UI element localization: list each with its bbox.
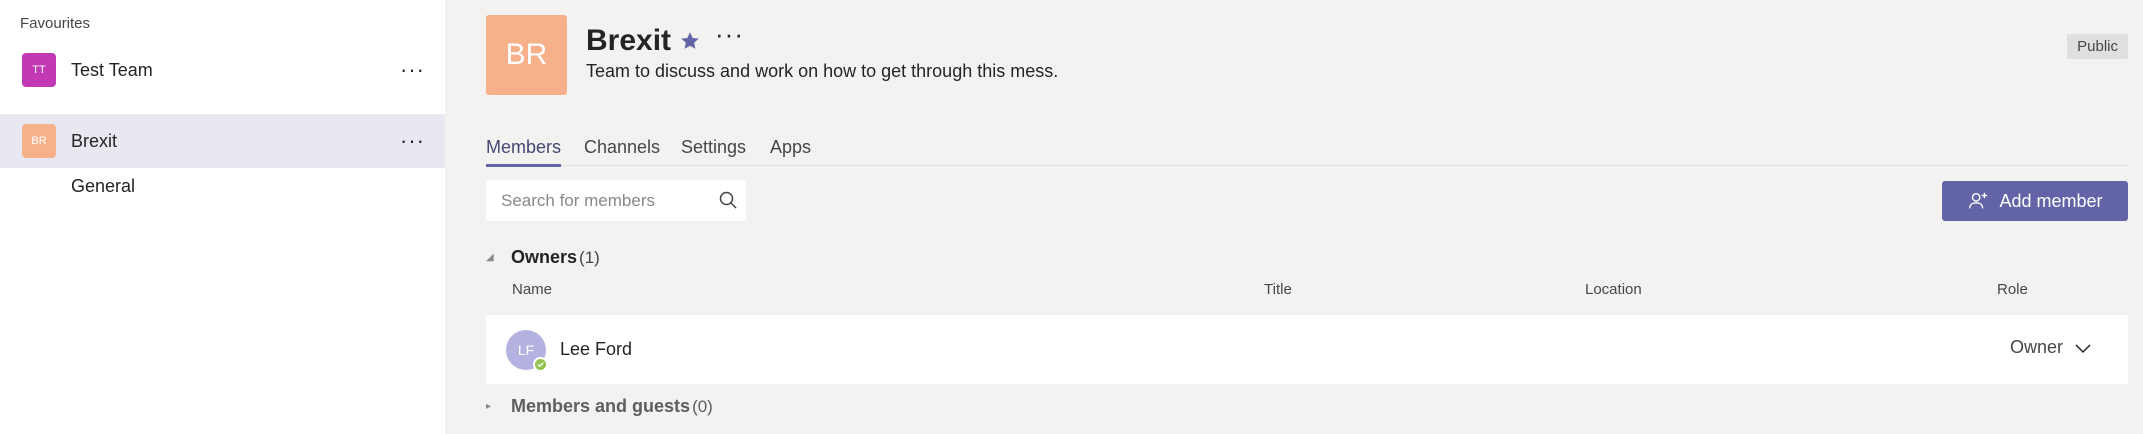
section-count: (1)	[579, 247, 600, 267]
visibility-badge: Public	[2067, 34, 2128, 59]
team-description: Team to discuss and work on how to get t…	[586, 61, 1059, 81]
member-search-box	[486, 180, 746, 221]
team-avatar: TT	[22, 53, 56, 87]
teams-sidebar: Favourites TT Test Team ··· BR Brexit ··…	[0, 0, 445, 434]
role-value: Owner	[2010, 337, 2064, 357]
section-title: Owners	[511, 247, 578, 267]
team-avatar-large: BR	[486, 15, 567, 95]
team-item-brexit[interactable]: BR Brexit ···	[0, 114, 445, 168]
more-options-icon[interactable]: ···	[715, 21, 744, 47]
add-member-label: Add member	[1999, 190, 2103, 211]
tab-settings[interactable]: Settings	[681, 137, 746, 164]
team-title: Brexit	[586, 24, 672, 57]
tab-apps[interactable]: Apps	[770, 137, 811, 164]
add-member-button[interactable]: Add member	[1942, 181, 2128, 221]
caret-right-icon: ▸	[486, 401, 492, 412]
team-name: Brexit	[71, 130, 118, 151]
chevron-down-icon	[2075, 343, 2091, 353]
member-name: Lee Ford	[560, 339, 633, 359]
team-name: Test Team	[71, 59, 153, 80]
channel-item-general[interactable]: General	[71, 176, 135, 197]
search-input[interactable]	[486, 180, 716, 221]
tab-channels[interactable]: Channels	[584, 137, 660, 164]
column-header-name: Name	[512, 281, 553, 298]
add-person-icon	[1969, 192, 1988, 209]
column-header-title: Title	[1264, 281, 1292, 298]
team-avatar: BR	[22, 124, 56, 158]
star-icon[interactable]	[679, 30, 701, 52]
column-header-role: Role	[1997, 281, 2028, 298]
owners-section-toggle[interactable]: ◢ Owners (1)	[486, 247, 600, 268]
caret-down-icon: ◢	[486, 252, 494, 263]
search-icon[interactable]	[718, 190, 738, 210]
tab-bar: Members Channels Settings Apps	[486, 133, 2128, 167]
team-item-test-team[interactable]: TT Test Team ···	[0, 43, 445, 97]
column-header-location: Location	[1585, 281, 1642, 298]
more-options-icon[interactable]: ···	[400, 59, 425, 81]
role-dropdown[interactable]: Owner	[2010, 337, 2093, 358]
presence-available-icon	[533, 357, 548, 372]
manage-team-pane: BR Brexit ··· Team to discuss and work o…	[445, 0, 2143, 434]
more-options-icon[interactable]: ···	[400, 130, 425, 152]
section-count: (0)	[692, 396, 713, 416]
member-row: LF Lee Ford Owner	[486, 315, 2128, 384]
members-guests-section-toggle[interactable]: ▸ Members and guests (0)	[486, 396, 713, 417]
section-title: Members and guests	[511, 396, 691, 416]
tab-members[interactable]: Members	[486, 137, 562, 167]
favourites-heading: Favourites	[20, 15, 91, 32]
